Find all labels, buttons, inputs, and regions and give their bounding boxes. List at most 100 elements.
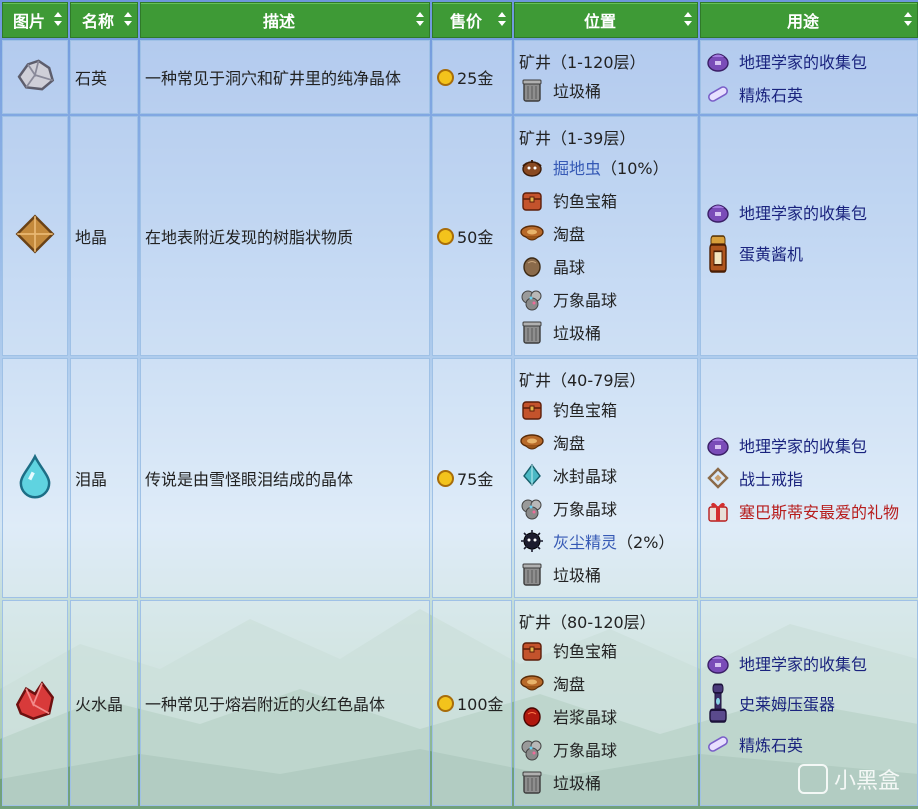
watermark-logo-icon (797, 764, 828, 794)
price-label: 75金 (457, 470, 494, 489)
location-link[interactable]: 灰尘精灵 (553, 529, 617, 553)
item-name[interactable]: 石英 (70, 40, 138, 114)
use-label[interactable]: 史莱姆压蛋器 (739, 691, 835, 715)
use-item[interactable]: 精炼石英 (705, 77, 913, 110)
use-label[interactable]: 塞巴斯蒂安最爱的礼物 (739, 499, 899, 523)
gold-coin-icon (437, 470, 454, 487)
use-item[interactable]: 史莱姆压蛋器 (705, 679, 913, 727)
bundle-icon (705, 48, 731, 74)
sort-icon[interactable] (124, 12, 132, 26)
use-item[interactable]: 精炼石英 (705, 727, 913, 760)
trash-can-icon (519, 769, 545, 795)
location-item: 垃圾桶 (519, 315, 693, 348)
drop-rate: （2%） (617, 532, 675, 552)
quartz-icon[interactable] (12, 59, 58, 102)
location-item[interactable]: 灰尘精灵 （2%） (519, 524, 693, 557)
location-item: 垃圾桶 (519, 74, 693, 107)
fire-quartz-icon[interactable] (12, 681, 58, 728)
item-uses: 地理学家的收集包 战士戒指塞巴斯蒂安最爱的礼物 (700, 358, 918, 598)
location-label: 晶球 (553, 257, 586, 277)
item-image-cell (2, 40, 68, 114)
item-description: 传说是由雪怪眼泪结成的晶体 (140, 358, 430, 598)
use-item[interactable]: 战士戒指 (705, 462, 913, 495)
table-row: 火水晶 一种常见于熔岩附近的火红色晶体 100金 矿井（80-120层） 钓鱼宝箱淘盘岩… (2, 600, 918, 806)
location-label: 万象晶球 (553, 499, 618, 519)
item-name[interactable]: 火水晶 (70, 600, 138, 806)
location-label: 垃圾桶 (553, 565, 602, 585)
fishing-chest-icon (519, 187, 545, 213)
trash-can-icon (519, 561, 545, 587)
earth-crystal-icon[interactable] (12, 214, 58, 261)
watermark: 小黑盒 (797, 763, 900, 795)
item-image-cell (2, 116, 68, 356)
item-price: 25金 (432, 40, 512, 114)
use-label[interactable]: 蛋黄酱机 (739, 241, 803, 265)
sort-icon[interactable] (54, 12, 62, 26)
column-header-price[interactable]: 售价 (432, 2, 512, 38)
sort-icon[interactable] (498, 12, 506, 26)
use-item[interactable]: 蛋黄酱机 (705, 229, 913, 277)
item-price: 50金 (432, 116, 512, 356)
location-label: 岩浆晶球 (553, 708, 618, 727)
item-image-cell (2, 600, 68, 806)
pan-icon (519, 220, 545, 246)
column-header-uses[interactable]: 用途 (700, 2, 918, 38)
use-label[interactable]: 地理学家的收集包 (739, 651, 867, 675)
item-name[interactable]: 地晶 (70, 116, 138, 356)
use-item[interactable]: 地理学家的收集包 (705, 196, 913, 229)
drop-rate: （10%） (601, 158, 669, 178)
omni-geode-icon (519, 495, 545, 521)
location-mine-floors: 矿井（1-39层） (519, 129, 636, 148)
trash-can-icon (519, 77, 545, 103)
gift-icon (705, 498, 731, 524)
use-label[interactable]: 精炼石英 (739, 82, 803, 106)
use-label[interactable]: 地理学家的收集包 (739, 49, 867, 73)
location-item[interactable]: 掘地虫 （10%） (519, 150, 693, 183)
location-link[interactable]: 掘地虫 (553, 155, 601, 179)
location-label: 钓鱼宝箱 (553, 400, 618, 420)
use-label[interactable]: 地理学家的收集包 (739, 433, 867, 457)
location-mine-floors: 矿井（80-120层） (519, 612, 656, 632)
frozen-geode-icon (519, 462, 545, 488)
location-item: 岩浆晶球 (519, 700, 693, 733)
sort-icon[interactable] (416, 12, 424, 26)
use-item[interactable]: 地理学家的收集包 (705, 44, 913, 77)
fishing-chest-icon (519, 637, 545, 663)
location-label: 钓鱼宝箱 (553, 191, 618, 211)
location-item: 垃圾桶 (519, 766, 693, 799)
gold-coin-icon (437, 69, 454, 86)
use-label[interactable]: 地理学家的收集包 (739, 200, 867, 224)
use-item[interactable]: 地理学家的收集包 (705, 429, 913, 462)
trash-can-icon (519, 319, 545, 345)
column-header-description[interactable]: 描述 (140, 2, 430, 38)
item-description: 一种常见于熔岩附近的火红色晶体 (140, 600, 430, 806)
table-row: 地晶 在地表附近发现的树脂状物质 50金 矿井（1-39层） 掘地虫 （10%） 钓鱼宝箱淘… (2, 116, 918, 356)
use-label[interactable]: 战士戒指 (739, 466, 803, 490)
column-header-name[interactable]: 名称 (70, 2, 138, 38)
location-item: 万象晶球 (519, 491, 693, 524)
bundle-icon (705, 199, 731, 225)
location-mine-floors: 矿井（40-79层） (519, 371, 646, 390)
frozen-tear-icon[interactable] (12, 453, 58, 503)
magma-geode-icon (519, 703, 545, 729)
use-label[interactable]: 精炼石英 (739, 732, 803, 756)
price-label: 50金 (457, 228, 494, 247)
sort-icon[interactable] (684, 12, 692, 26)
item-price: 100金 (432, 600, 512, 806)
location-item: 钓鱼宝箱 (519, 183, 693, 216)
location-mine-floors: 矿井（1-120层） (519, 52, 646, 72)
column-header-image[interactable]: 图片 (2, 2, 68, 38)
location-item: 万象晶球 (519, 733, 693, 766)
item-uses: 地理学家的收集包 精炼石英 (700, 40, 918, 114)
location-item: 万象晶球 (519, 282, 693, 315)
sort-icon[interactable] (904, 12, 912, 26)
column-header-location[interactable]: 位置 (514, 2, 698, 38)
location-item: 垃圾桶 (519, 557, 693, 590)
geode-icon (519, 253, 545, 279)
location-item: 淘盘 (519, 667, 693, 700)
table-row: 泪晶 传说是由雪怪眼泪结成的晶体 75金 矿井（40-79层） 钓鱼宝箱 淘盘 冰封晶球 万象… (2, 358, 918, 598)
location-label: 钓鱼宝箱 (553, 642, 618, 661)
use-item[interactable]: 塞巴斯蒂安最爱的礼物 (705, 495, 913, 528)
use-item[interactable]: 地理学家的收集包 (705, 646, 913, 679)
item-name[interactable]: 泪晶 (70, 358, 138, 598)
